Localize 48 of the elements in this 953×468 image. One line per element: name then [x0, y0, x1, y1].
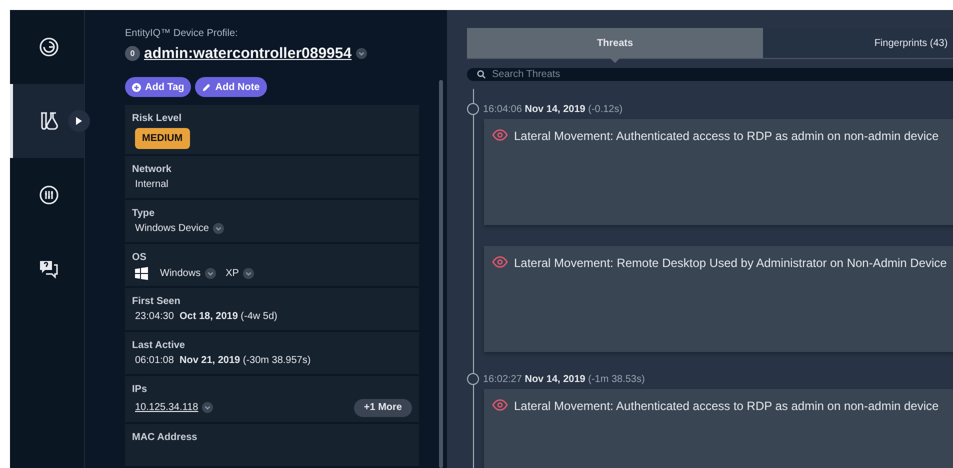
profile-caption: EntityIQ™ Device Profile: — [125, 28, 239, 39]
threat-card[interactable]: Lateral Movement: Authenticated access to RDP as admin on non-admin device — [484, 389, 953, 468]
gauge-icon — [38, 37, 58, 57]
timestamp: 16:02:27 Nov 14, 2019 (-1m 38.53s) — [483, 374, 645, 384]
timestamp: 16:04:06 Nov 14, 2019 (-0.12s) — [483, 104, 623, 114]
action-button[interactable]: Add Note — [195, 77, 267, 97]
field-label: Network — [132, 164, 172, 175]
field-value: 06:01:08 Nov 21, 2019 (-30m 38.957s) — [135, 354, 311, 366]
field-value: Internal — [135, 178, 168, 190]
search-icon — [477, 70, 486, 79]
chevron-icon[interactable] — [212, 222, 224, 234]
eye-icon — [492, 256, 508, 268]
more-button[interactable]: +1 More — [354, 398, 412, 417]
windows-logo-icon — [135, 266, 148, 280]
threat-title: Lateral Movement: Authenticated access to RDP as admin on non-admin device — [514, 129, 939, 143]
field-label: IPs — [132, 384, 148, 395]
field-label: OS — [132, 252, 148, 263]
field-label: Risk Level — [132, 113, 182, 124]
chevron-icon[interactable] — [202, 402, 214, 414]
field-label: First Seen — [132, 296, 182, 307]
sliders-icon — [38, 185, 58, 205]
comment-count-badge: 0 — [125, 46, 140, 61]
caret-icon — [76, 117, 82, 125]
lab-flask-icon — [38, 111, 58, 131]
threat-title: Lateral Movement: Authenticated access to RDP as admin on non-admin device — [514, 399, 939, 413]
chevron-icon[interactable] — [242, 268, 254, 279]
device-name-link[interactable]: admin:watercontroller089954 — [144, 45, 352, 62]
nav-item[interactable] — [10, 84, 84, 158]
eye-icon — [492, 129, 508, 141]
chat-question-icon — [38, 259, 60, 279]
field-value: 23:04:30 Oct 18, 2019 (-4w 5d) — [135, 310, 278, 322]
field-label: MAC Address — [132, 432, 198, 443]
threat-card[interactable]: Lateral Movement: Authenticated access to RDP as admin on non-admin device — [484, 119, 953, 225]
eye-icon — [492, 399, 508, 411]
chevron-icon[interactable] — [356, 48, 367, 59]
field-value: Windows — [160, 268, 201, 279]
action-button[interactable]: Add Tag — [125, 77, 192, 97]
field-value: XP — [226, 268, 239, 279]
threat-card[interactable]: Lateral Movement: Remote Desktop Used by Administrator on Non-Admin Device — [484, 246, 953, 352]
risk-badge: MEDIUM — [135, 128, 190, 149]
threat-title: Lateral Movement: Remote Desktop Used by Administrator on Non-Admin Device — [514, 256, 947, 270]
field-label: Type — [132, 208, 156, 219]
ip-link[interactable]: 10.125.34.118 — [135, 402, 198, 414]
field-label: Last Active — [132, 340, 186, 351]
field-value: Windows Device — [135, 222, 209, 234]
pencil-icon — [202, 82, 212, 92]
plus-circle-icon — [132, 82, 141, 92]
chevron-icon[interactable] — [204, 268, 216, 279]
